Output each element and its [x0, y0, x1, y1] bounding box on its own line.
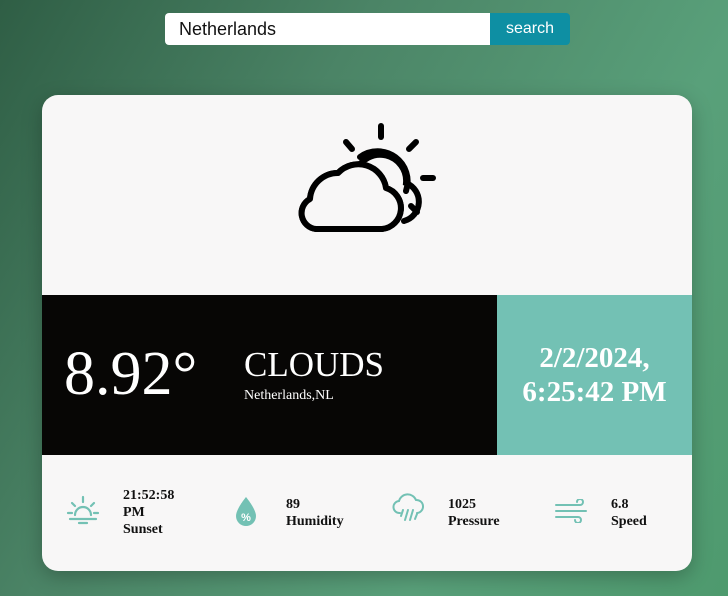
rain-cloud-icon: [392, 493, 424, 521]
sunset-text: 21:52:58 PM Sunset: [123, 487, 174, 538]
sunset-label: Sunset: [123, 522, 163, 537]
cloud-sun-icon: [298, 123, 436, 232]
pressure-text: 1025 Pressure: [448, 496, 500, 530]
stat-speed: 6.8 Speed: [532, 455, 692, 571]
speed-label: Speed: [611, 514, 647, 529]
location: Netherlands,NL: [244, 388, 334, 403]
humidity-text: 89 Humidity: [286, 496, 344, 530]
stats-row: 21:52:58 PM Sunset % 89 Humidity 1025 Pr…: [42, 455, 692, 571]
datetime-panel: 2/2/2024, 6:25:42 PM: [497, 295, 692, 455]
search-button[interactable]: search: [490, 13, 570, 45]
sunset-icon: [66, 495, 100, 525]
humidity-value: 89: [286, 497, 300, 512]
stat-humidity: % 89 Humidity: [202, 455, 362, 571]
temperature-panel: 8.92° CLOUDS Netherlands,NL: [42, 295, 497, 455]
search-input[interactable]: [165, 13, 490, 45]
svg-text:%: %: [241, 512, 251, 524]
wind-icon: [555, 499, 587, 523]
condition: CLOUDS: [244, 345, 385, 384]
date: 2/2/2024,: [539, 342, 650, 374]
sunset-value-ampm: PM: [123, 505, 145, 520]
pressure-value: 1025: [448, 497, 476, 512]
speed-text: 6.8 Speed: [611, 496, 647, 530]
humidity-label: Humidity: [286, 514, 344, 529]
stat-sunset: 21:52:58 PM Sunset: [42, 455, 202, 571]
main-weather-band: 8.92° CLOUDS Netherlands,NL 2/2/2024, 6:…: [42, 295, 692, 455]
speed-value: 6.8: [611, 497, 629, 512]
sunset-value-time: 21:52:58: [123, 488, 175, 503]
humidity-drop-icon: %: [236, 497, 256, 526]
search-bar: search: [165, 13, 570, 45]
time: 6:25:42 PM: [522, 376, 667, 408]
weather-card: 8.92° CLOUDS Netherlands,NL 2/2/2024, 6:…: [42, 95, 692, 571]
weather-icon-area: [42, 95, 692, 295]
stat-pressure: 1025 Pressure: [362, 455, 532, 571]
pressure-label: Pressure: [448, 514, 500, 529]
temperature: 8.92°: [64, 340, 198, 408]
